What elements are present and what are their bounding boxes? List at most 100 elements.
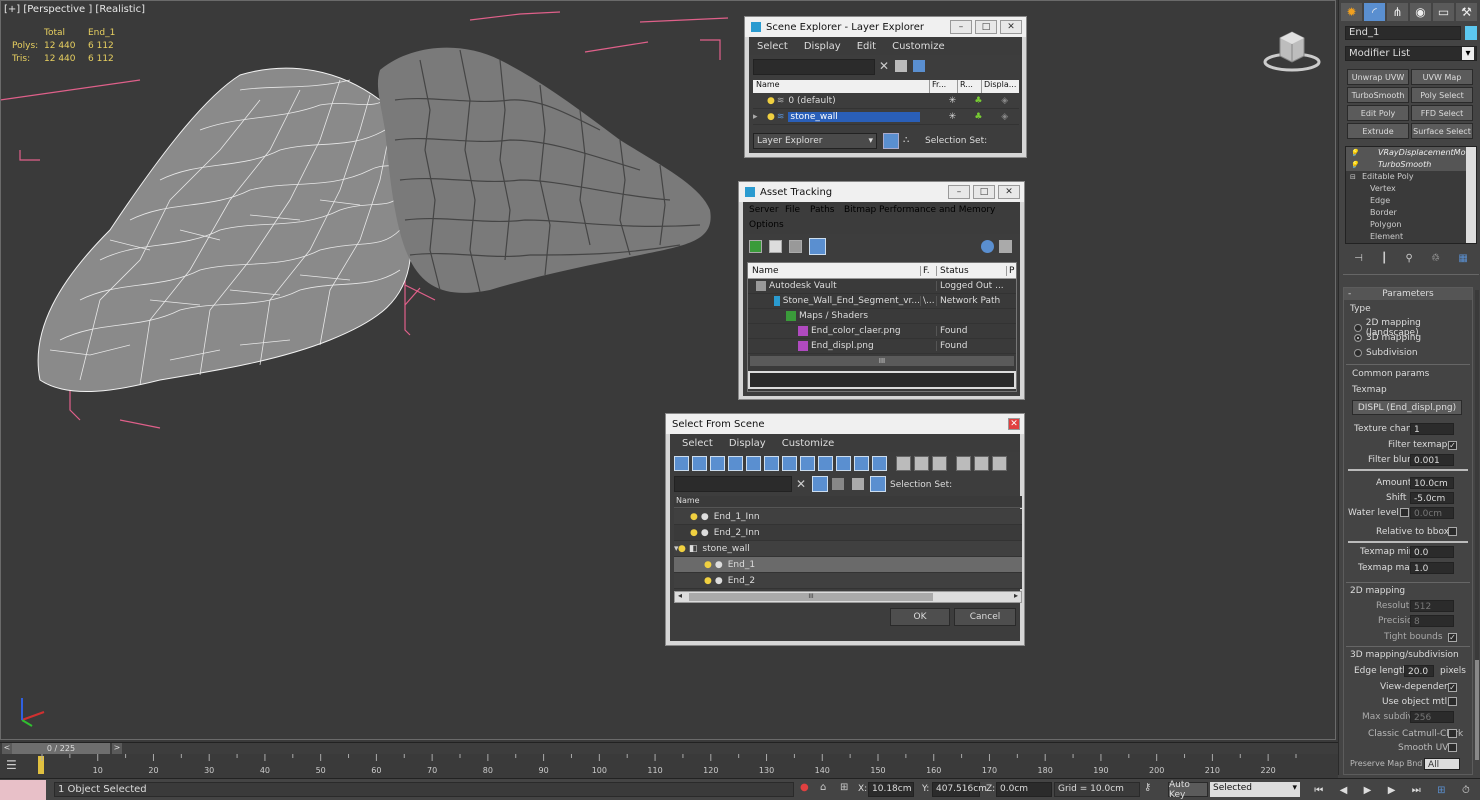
minimize-button[interactable]: –	[948, 185, 970, 199]
sort-by-layer-icon[interactable]	[883, 133, 899, 149]
asset-row[interactable]: Stone_Wall_End_Segment_vr... \... Network …	[748, 294, 1016, 309]
menu-file[interactable]: File	[785, 205, 800, 215]
select-dependents-icon[interactable]	[992, 456, 1007, 471]
go-to-end-icon[interactable]: ⏭	[1412, 785, 1421, 796]
lightbulb-icon[interactable]: ●	[767, 96, 775, 106]
display-groups-icon[interactable]	[782, 456, 797, 471]
collapse-icon[interactable]: ⊟	[1350, 171, 1358, 183]
display-shapes-icon[interactable]	[692, 456, 707, 471]
z-coordinate[interactable]: 0.0cm	[996, 782, 1052, 797]
amount-spinner[interactable]: 10.0cm	[1410, 477, 1454, 489]
display-bones-icon[interactable]	[818, 456, 833, 471]
invert-display-icon[interactable]	[932, 456, 947, 471]
display-box-icon[interactable]: ◈	[990, 112, 1019, 122]
go-to-start-icon[interactable]: ⏮	[1314, 785, 1323, 796]
render-teapot-icon[interactable]: ♣	[966, 112, 990, 122]
make-unique-icon[interactable]: ⚲	[1405, 253, 1412, 264]
texture-chan-spinner[interactable]: 1	[1410, 423, 1454, 435]
prev-frame-button[interactable]: <	[2, 743, 12, 754]
filter-icon[interactable]	[956, 456, 971, 471]
modifier-button[interactable]: FFD Select	[1411, 105, 1473, 121]
object-row[interactable]: ● ● End_1	[674, 557, 1022, 573]
toggle-modifier-icon[interactable]: 💡	[1350, 147, 1359, 159]
modifier-button[interactable]: Surface Select	[1411, 123, 1473, 139]
scene-explorer-titlebar[interactable]: Scene Explorer - Layer Explorer – □ ✕	[745, 17, 1026, 37]
modifier-button[interactable]: Extrude	[1347, 123, 1409, 139]
next-frame-button[interactable]: >	[112, 743, 122, 754]
display-hidden-icon[interactable]	[872, 456, 887, 471]
edge-length-spinner[interactable]: 20.0	[1404, 665, 1434, 677]
maxscript-listener[interactable]	[0, 780, 46, 800]
menu-options[interactable]: Options	[749, 220, 784, 230]
col-display[interactable]: Displa...	[981, 80, 1019, 93]
close-button[interactable]: ✕	[1000, 20, 1022, 34]
motion-tab-icon[interactable]: ◉	[1410, 3, 1431, 21]
clear-search-icon[interactable]: ✕	[796, 477, 806, 491]
asset-row[interactable]: Maps / Shaders	[748, 309, 1016, 324]
type-subdivision-option[interactable]: Subdivision	[1354, 348, 1418, 358]
display-xrefs-icon[interactable]	[800, 456, 815, 471]
water-level-spinner[interactable]: 0.0cm	[1410, 507, 1454, 519]
toggle-modifier-icon[interactable]: 💡	[1350, 159, 1359, 171]
ok-button[interactable]: OK	[890, 608, 950, 626]
col-frozen[interactable]: Fr...	[929, 80, 957, 93]
display-helpers-icon[interactable]	[746, 456, 761, 471]
smooth-uvs-checkbox[interactable]	[1448, 743, 1457, 755]
object-name-field[interactable]: End_1	[1345, 26, 1461, 40]
explorer-tool-icon[interactable]	[895, 60, 907, 72]
settings-icon[interactable]	[999, 240, 1012, 253]
stack-scrollbar[interactable]	[1466, 147, 1476, 243]
asset-path-field[interactable]	[748, 371, 1016, 389]
display-lights-icon[interactable]	[710, 456, 725, 471]
col-name[interactable]: Name	[748, 266, 920, 276]
expand-arrow-icon[interactable]: ▸	[753, 112, 767, 122]
stack-item[interactable]: 💡 VRayDisplacementMo	[1346, 147, 1476, 159]
menu-paths[interactable]: Paths	[810, 205, 834, 215]
col-full-path[interactable]: F.	[920, 265, 936, 276]
object-row[interactable]: ● ● End_1_Inn	[674, 509, 1022, 525]
select-children-icon[interactable]	[974, 456, 989, 471]
asset-row[interactable]: End_color_claer.png Found	[748, 324, 1016, 339]
stack-item[interactable]: ⊟ Editable Poly	[1346, 171, 1476, 183]
object-row[interactable]: ● ● End_2_Inn	[674, 525, 1022, 541]
display-geometry-icon[interactable]	[674, 456, 689, 471]
stack-item[interactable]: Edge	[1346, 195, 1476, 207]
precision-spinner[interactable]: 8	[1410, 615, 1454, 627]
clear-search-icon[interactable]: ✕	[879, 59, 889, 73]
horizontal-scrollbar[interactable]: III	[750, 356, 1014, 366]
col-name[interactable]: Name	[753, 80, 929, 93]
search-input[interactable]	[753, 59, 875, 75]
isolate-icon[interactable]: ●	[800, 782, 809, 793]
parameters-header[interactable]: - Parameters	[1344, 288, 1472, 300]
display-spacewarps-icon[interactable]	[764, 456, 779, 471]
menu-select[interactable]: Select	[670, 438, 721, 449]
menu-select[interactable]: Select	[749, 41, 796, 52]
refresh-icon[interactable]	[749, 240, 762, 253]
set-key-icon[interactable]: ⚷	[1144, 782, 1151, 793]
auto-key-button[interactable]: Auto Key	[1168, 780, 1208, 800]
panel-scrollbar[interactable]	[1475, 290, 1479, 760]
object-row[interactable]: ● ● End_2	[674, 573, 1022, 589]
lightbulb-icon[interactable]: ●	[678, 544, 686, 554]
lock-selection-icon[interactable]: ⌂	[820, 782, 826, 793]
type-3d-option[interactable]: 3D mapping	[1354, 333, 1421, 343]
utilities-tab-icon[interactable]: ⚒	[1456, 3, 1477, 21]
absolute-mode-icon[interactable]: ⊞	[840, 782, 848, 793]
key-mode-icon[interactable]: ⊞	[1437, 785, 1445, 796]
create-tab-icon[interactable]: ✹	[1341, 3, 1362, 21]
select-from-scene-titlebar[interactable]: Select From Scene ✕	[666, 414, 1024, 434]
help-icon[interactable]	[981, 240, 994, 253]
object-row[interactable]: ▾ ● ◧ stone_wall	[674, 541, 1022, 557]
modify-tab-icon[interactable]: ◜	[1364, 3, 1385, 21]
menu-display[interactable]: Display	[721, 438, 774, 449]
layer-row[interactable]: ● ≋ 0 (default) ✳ ♣ ◈	[753, 94, 1019, 109]
maximize-button[interactable]: □	[975, 20, 997, 34]
asset-row[interactable]: End_displ.png Found	[748, 339, 1016, 354]
display-frozen-icon[interactable]	[854, 456, 869, 471]
texmap-min-spinner[interactable]: 0.0	[1410, 546, 1454, 558]
pin-stack-icon[interactable]: ⊣	[1354, 253, 1363, 264]
hierarchy-tab-icon[interactable]: ⋔	[1387, 3, 1408, 21]
modifier-button[interactable]: Unwrap UVW	[1347, 69, 1409, 85]
max-subdivs-spinner[interactable]: 256	[1410, 711, 1454, 723]
water-level-checkbox[interactable]	[1400, 508, 1409, 520]
